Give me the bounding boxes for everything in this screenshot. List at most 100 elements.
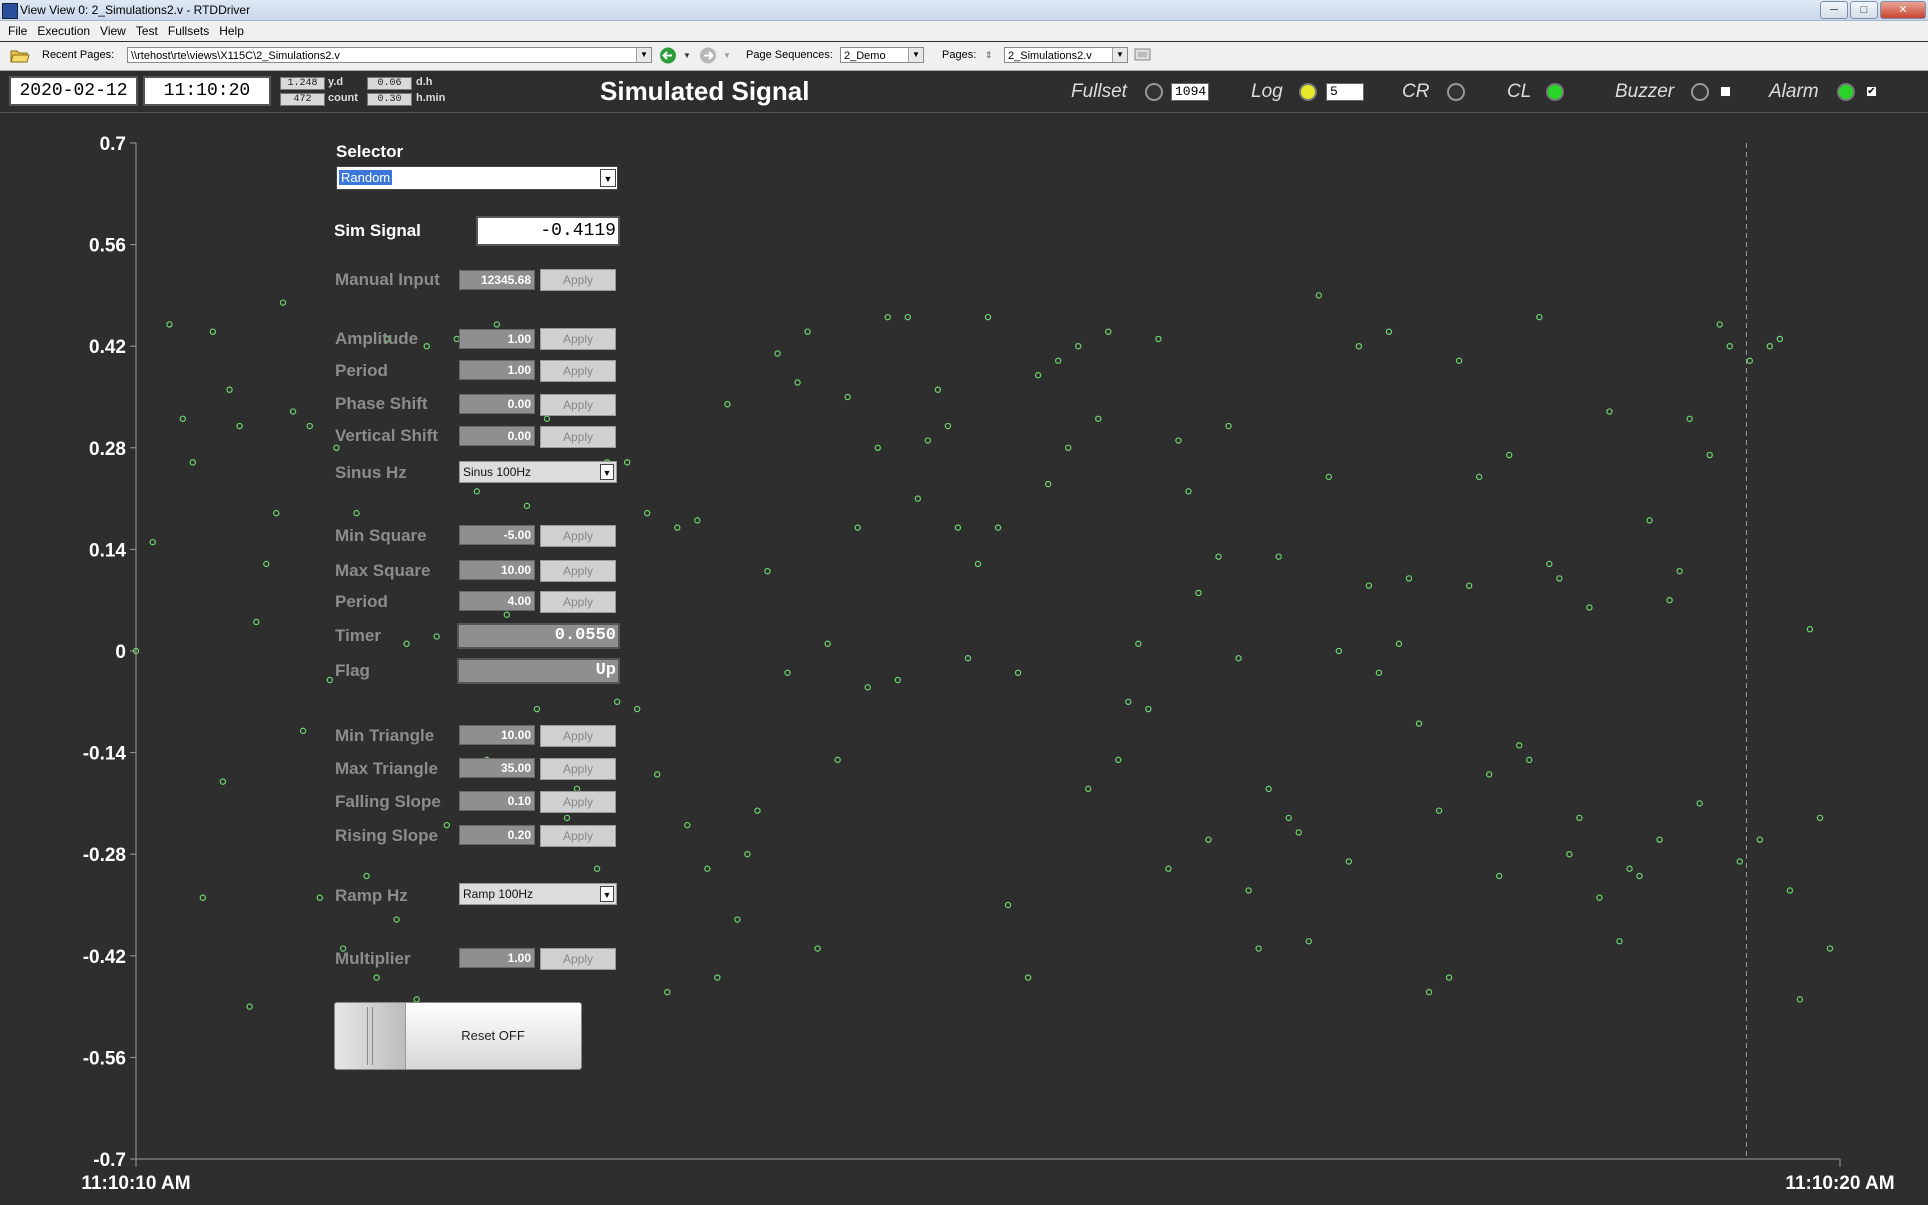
data-point — [226, 386, 233, 393]
data-point — [1716, 321, 1723, 328]
max-triangle-field[interactable]: 35.00 — [459, 758, 535, 778]
data-point — [674, 524, 681, 531]
spinner-icon[interactable]: ⇕ — [985, 47, 993, 64]
data-point — [326, 676, 333, 684]
manual-input-field[interactable]: 12345.68 — [459, 270, 535, 290]
y-tick-label: 0.7 — [100, 134, 126, 155]
maximize-button[interactable]: □ — [1850, 1, 1878, 19]
data-point — [1606, 408, 1613, 415]
square-period-field[interactable]: 4.00 — [459, 591, 535, 611]
min-triangle-apply-button[interactable]: Apply — [540, 725, 616, 747]
data-point — [443, 821, 450, 829]
back-arrow-icon[interactable] — [658, 47, 678, 64]
data-point — [874, 444, 881, 451]
data-point — [1626, 865, 1633, 872]
data-point — [1225, 422, 1232, 430]
period-field[interactable]: 1.00 — [459, 360, 535, 380]
multiplier-field[interactable]: 1.00 — [459, 948, 535, 968]
data-point — [246, 1003, 253, 1010]
chevron-down-icon: ▼ — [1112, 48, 1127, 62]
vertical-shift-field[interactable]: 0.00 — [459, 426, 535, 446]
minimize-button[interactable]: ─ — [1820, 1, 1848, 19]
falling-slope-field[interactable]: 0.10 — [459, 791, 535, 811]
data-point — [353, 509, 360, 517]
max-triangle-apply-button[interactable]: Apply — [540, 758, 616, 780]
data-point — [219, 778, 227, 785]
pages-combo[interactable]: 2_Simulations2.v ▼ — [1004, 47, 1128, 63]
y-tick-label: 0.56 — [89, 236, 126, 257]
data-point — [1295, 829, 1302, 836]
rising-slope-label: Rising Slope — [335, 826, 438, 845]
y-tick-label: -0.7 — [93, 1150, 126, 1171]
manual-input-apply-button[interactable]: Apply — [540, 269, 616, 291]
min-square-apply-button[interactable]: Apply — [540, 525, 616, 547]
flag-label: Flag — [335, 661, 370, 680]
menu-view[interactable]: View — [95, 21, 131, 41]
data-point — [289, 408, 297, 415]
data-point — [824, 640, 831, 647]
square-period-apply-button[interactable]: Apply — [540, 591, 616, 613]
selector-dropdown[interactable]: Random ▼ — [336, 166, 618, 190]
menu-help[interactable]: Help — [214, 21, 249, 41]
log-value[interactable]: 5 — [1326, 83, 1364, 101]
rising-slope-field[interactable]: 0.20 — [459, 825, 535, 845]
menu-fullsets[interactable]: Fullsets — [163, 21, 214, 41]
manual-input-label: Manual Input — [335, 270, 440, 289]
phase-shift-apply-button[interactable]: Apply — [540, 394, 616, 416]
ramp-hz-label: Ramp Hz — [335, 886, 408, 905]
data-point — [1526, 756, 1533, 764]
data-point — [1816, 814, 1824, 822]
multiplier-apply-button[interactable]: Apply — [540, 948, 616, 970]
sim-signal-label: Sim Signal — [334, 221, 421, 240]
data-point — [934, 386, 942, 393]
data-point — [914, 495, 922, 502]
forward-dropdown-icon[interactable]: ▼ — [723, 47, 731, 64]
buzzer-checkbox[interactable] — [1720, 86, 1731, 97]
data-point — [664, 988, 671, 996]
timer-label: Timer — [335, 626, 381, 645]
amplitude-field[interactable]: 1.00 — [459, 329, 535, 349]
toggle-knob — [335, 1003, 406, 1069]
data-point — [954, 524, 962, 531]
data-point — [1776, 335, 1784, 343]
ramp-hz-dropdown[interactable]: Ramp 100Hz ▼ — [459, 883, 617, 905]
back-dropdown-icon[interactable]: ▼ — [683, 47, 691, 64]
data-point — [179, 415, 186, 422]
data-point — [1796, 996, 1804, 1003]
menu-execution[interactable]: Execution — [32, 21, 95, 41]
data-point — [1265, 785, 1272, 793]
alarm-checkbox[interactable]: ✔ — [1866, 86, 1877, 97]
chart-svg: 0.7 0.56 0.42 0.28 0.14 0 -0.14 -0.28 -0.42 -0.56… — [81, 134, 1894, 1194]
falling-slope-apply-button[interactable]: Apply — [540, 791, 616, 813]
min-triangle-field[interactable]: 10.00 — [459, 725, 535, 745]
max-square-apply-button[interactable]: Apply — [540, 560, 616, 582]
data-point — [794, 379, 801, 386]
close-button[interactable]: ✕ — [1880, 1, 1926, 19]
forward-arrow-icon[interactable] — [698, 47, 718, 64]
data-point — [1485, 771, 1493, 778]
chevron-down-icon: ▼ — [600, 464, 614, 480]
data-point — [1054, 357, 1062, 364]
menu-test[interactable]: Test — [131, 21, 163, 41]
sinus-hz-dropdown[interactable]: Sinus 100Hz ▼ — [459, 461, 617, 483]
y-tick-label: -0.56 — [83, 1048, 126, 1069]
max-square-field[interactable]: 10.00 — [459, 560, 535, 580]
min-square-field[interactable]: -5.00 — [459, 525, 535, 545]
data-point — [623, 459, 631, 466]
data-point — [774, 350, 781, 357]
data-point — [279, 299, 287, 306]
amplitude-apply-button[interactable]: Apply — [540, 328, 616, 350]
dh-label: d.h — [416, 76, 433, 88]
recent-pages-combo[interactable]: \\rtehost\rte\views\X115C\2_Simulations2… — [127, 47, 652, 63]
menu-file[interactable]: File — [0, 21, 32, 41]
screen-icon[interactable] — [1134, 47, 1152, 64]
reset-toggle-button[interactable]: Reset OFF — [334, 1002, 582, 1070]
phase-shift-field[interactable]: 0.00 — [459, 394, 535, 414]
data-point — [1235, 655, 1242, 662]
page-sequences-combo[interactable]: 2_Demo ▼ — [840, 47, 924, 63]
vertical-shift-apply-button[interactable]: Apply — [540, 426, 616, 448]
fullset-indicator — [1145, 83, 1163, 101]
open-folder-icon[interactable] — [10, 47, 30, 64]
rising-slope-apply-button[interactable]: Apply — [540, 825, 616, 847]
period-apply-button[interactable]: Apply — [540, 360, 616, 382]
